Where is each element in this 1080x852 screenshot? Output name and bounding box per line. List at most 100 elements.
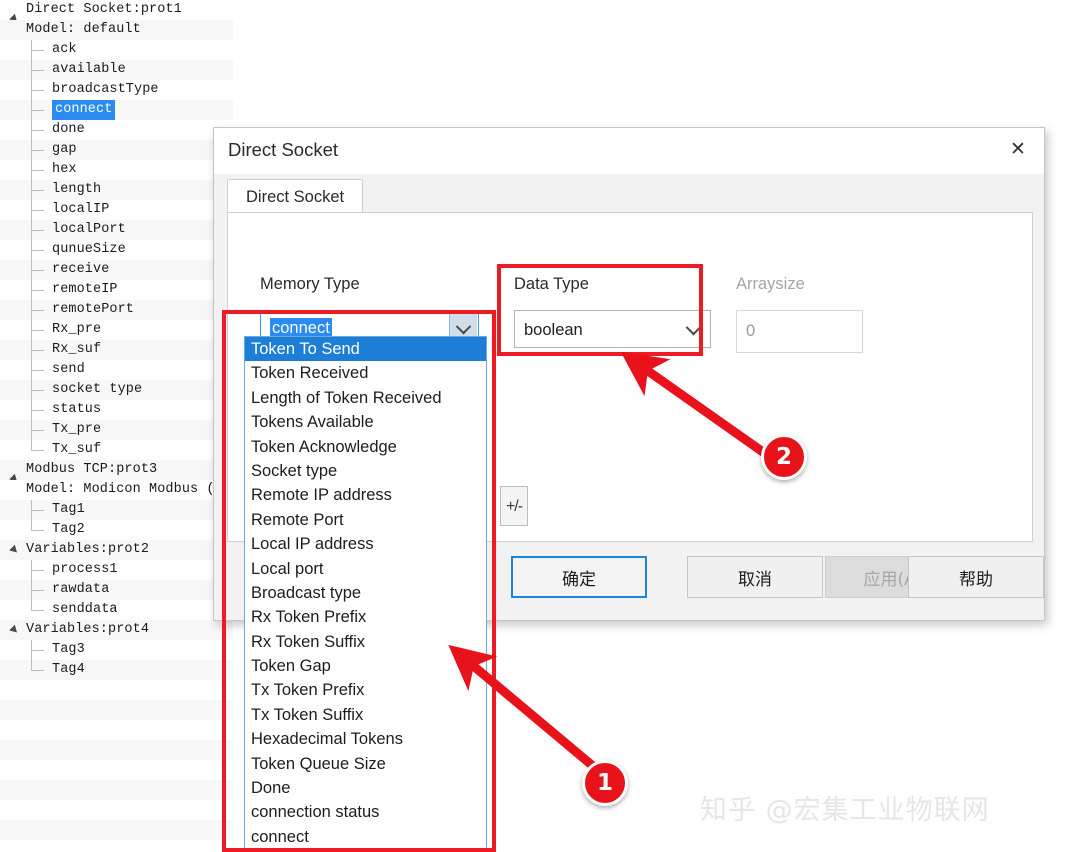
dropdown-item[interactable]: connect <box>245 825 486 849</box>
tree-item[interactable]: senddata <box>0 600 233 620</box>
watermark: 知乎 @宏集工业物联网 <box>700 795 990 826</box>
dropdown-item[interactable]: Done <box>245 776 486 800</box>
dropdown-item[interactable]: Token Queue Size <box>245 752 486 776</box>
tree-connector <box>31 170 44 171</box>
tree-item-label: connect <box>52 100 116 120</box>
tree-item[interactable]: localPort <box>0 220 233 240</box>
cancel-button[interactable]: 取消 <box>687 556 823 598</box>
dropdown-item[interactable]: Token Gap <box>245 654 486 678</box>
dropdown-item[interactable]: Tx Token Prefix <box>245 678 486 702</box>
tree-item[interactable]: process1 <box>0 560 233 580</box>
tree-item[interactable]: Tag4 <box>0 660 233 680</box>
tree-item[interactable]: Tag3 <box>0 640 233 660</box>
dropdown-item[interactable]: Tx Token Suffix <box>245 703 486 727</box>
tree-item-label: Rx_pre <box>52 322 102 337</box>
tree-connector <box>31 350 44 351</box>
tree-connector <box>31 70 44 71</box>
expander-triangle-icon[interactable] <box>11 545 21 555</box>
tree-item[interactable]: socket type <box>0 380 233 400</box>
tree-connector <box>31 230 44 231</box>
tree-item[interactable]: available <box>0 60 233 80</box>
tree-item[interactable]: ack <box>0 40 233 60</box>
tree-item[interactable]: qunueSize <box>0 240 233 260</box>
tree-item[interactable]: Tx_pre <box>0 420 233 440</box>
data-type-combobox[interactable]: boolean <box>514 310 711 348</box>
tree-group-title[interactable]: Direct Socket:prot1 <box>0 0 233 20</box>
tree-item-label: send <box>52 362 85 377</box>
dropdown-item[interactable]: Remote IP address <box>245 483 486 507</box>
tree-connector <box>31 130 44 131</box>
dropdown-item[interactable]: Rx Token Prefix <box>245 605 486 629</box>
dropdown-item[interactable]: Tokens Available <box>245 410 486 434</box>
dropdown-item[interactable]: Broadcast type <box>245 581 486 605</box>
tree-item[interactable]: hex <box>0 160 233 180</box>
tree-item[interactable]: Rx_pre <box>0 320 233 340</box>
dropdown-item[interactable]: Local IP address <box>245 532 486 556</box>
tree-item[interactable]: rawdata <box>0 580 233 600</box>
tree-item-label: available <box>52 62 126 77</box>
tree-item[interactable]: length <box>0 180 233 200</box>
tree-item[interactable]: status <box>0 400 233 420</box>
plus-minus-button[interactable]: +/- <box>500 486 528 526</box>
tree-item[interactable]: Rx_suf <box>0 340 233 360</box>
tree-list[interactable]: Direct Socket:prot1 Model: default ack avai… <box>0 0 233 680</box>
tree-item[interactable]: localIP <box>0 200 233 220</box>
tab-direct-socket[interactable]: Direct Socket <box>227 179 364 213</box>
dropdown-item[interactable]: Length of Token Received <box>245 386 486 410</box>
tree-group-title[interactable]: Variables:prot2 <box>0 540 233 560</box>
tree-connector <box>31 50 44 51</box>
dropdown-item[interactable]: Token Received <box>245 361 486 385</box>
tree-item[interactable]: connect <box>0 100 233 120</box>
tree-item-label: Tag3 <box>52 642 85 657</box>
expander-triangle-icon[interactable] <box>11 625 21 635</box>
dropdown-item[interactable]: connection status <box>245 800 486 824</box>
tree-connector <box>31 650 44 651</box>
tree-item-label: ack <box>52 42 77 57</box>
tree-item[interactable]: remoteIP <box>0 280 233 300</box>
dropdown-item[interactable]: Token To Send <box>245 337 486 362</box>
memory-type-dropdown-list[interactable]: Token To Send Token Received Length of Tok… <box>244 336 487 852</box>
arraysize-input[interactable]: 0 <box>736 310 863 353</box>
tree-group-title[interactable]: Variables:prot4 <box>0 620 233 640</box>
tree-item[interactable]: Tag1 <box>0 500 233 520</box>
dropdown-item[interactable]: Remote Port <box>245 508 486 532</box>
help-button[interactable]: 帮助 <box>908 556 1044 598</box>
chevron-down-icon[interactable] <box>677 312 709 348</box>
tree-connector <box>31 570 44 571</box>
tree-item[interactable]: done <box>0 120 233 140</box>
dropdown-item[interactable]: Token Acknowledge <box>245 435 486 459</box>
dialog-titlebar: Direct Socket ✕ <box>214 128 1044 174</box>
tree-item[interactable]: broadcastType <box>0 80 233 100</box>
dropdown-item[interactable]: Hexadecimal Tokens <box>245 727 486 751</box>
arraysize-label: Arraysize <box>736 275 805 293</box>
tree-item-label: Tx_pre <box>52 422 102 437</box>
dropdown-item[interactable]: Socket type <box>245 459 486 483</box>
tree-item-label: Rx_suf <box>52 342 102 357</box>
tree-group-title-label: Modbus TCP:prot3 <box>26 462 158 477</box>
tree-group-title[interactable]: Modbus TCP:prot3 <box>0 460 233 480</box>
tree-connector <box>31 590 44 591</box>
tree-group-subtitle-label: Model: default <box>26 22 141 37</box>
tree-item-label: socket type <box>52 382 143 397</box>
ok-button[interactable]: 确定 <box>511 556 647 598</box>
tree-item[interactable]: receive <box>0 260 233 280</box>
dropdown-item[interactable]: Rx Token Suffix <box>245 630 486 654</box>
tree-item-label: senddata <box>52 602 118 617</box>
dropdown-item[interactable]: Local port <box>245 557 486 581</box>
tree-item-label: process1 <box>52 562 118 577</box>
tree-vertical-connector <box>31 640 32 670</box>
tree-item[interactable]: remotePort <box>0 300 233 320</box>
tab-strip: Direct Socket <box>227 179 1033 213</box>
tree-item[interactable]: gap <box>0 140 233 160</box>
tree-item[interactable]: Tx_suf <box>0 440 233 460</box>
tree-item-label: rawdata <box>52 582 110 597</box>
tree-item-label: remoteIP <box>52 282 118 297</box>
tree-item[interactable]: send <box>0 360 233 380</box>
tree-item-label: status <box>52 402 102 417</box>
tree-connector <box>31 330 44 331</box>
tree-group-title-label: Variables:prot4 <box>26 622 150 637</box>
close-icon[interactable]: ✕ <box>1000 134 1036 164</box>
tree-vertical-connector <box>31 40 32 450</box>
tree-item[interactable]: Tag2 <box>0 520 233 540</box>
tree-connector <box>31 430 44 431</box>
